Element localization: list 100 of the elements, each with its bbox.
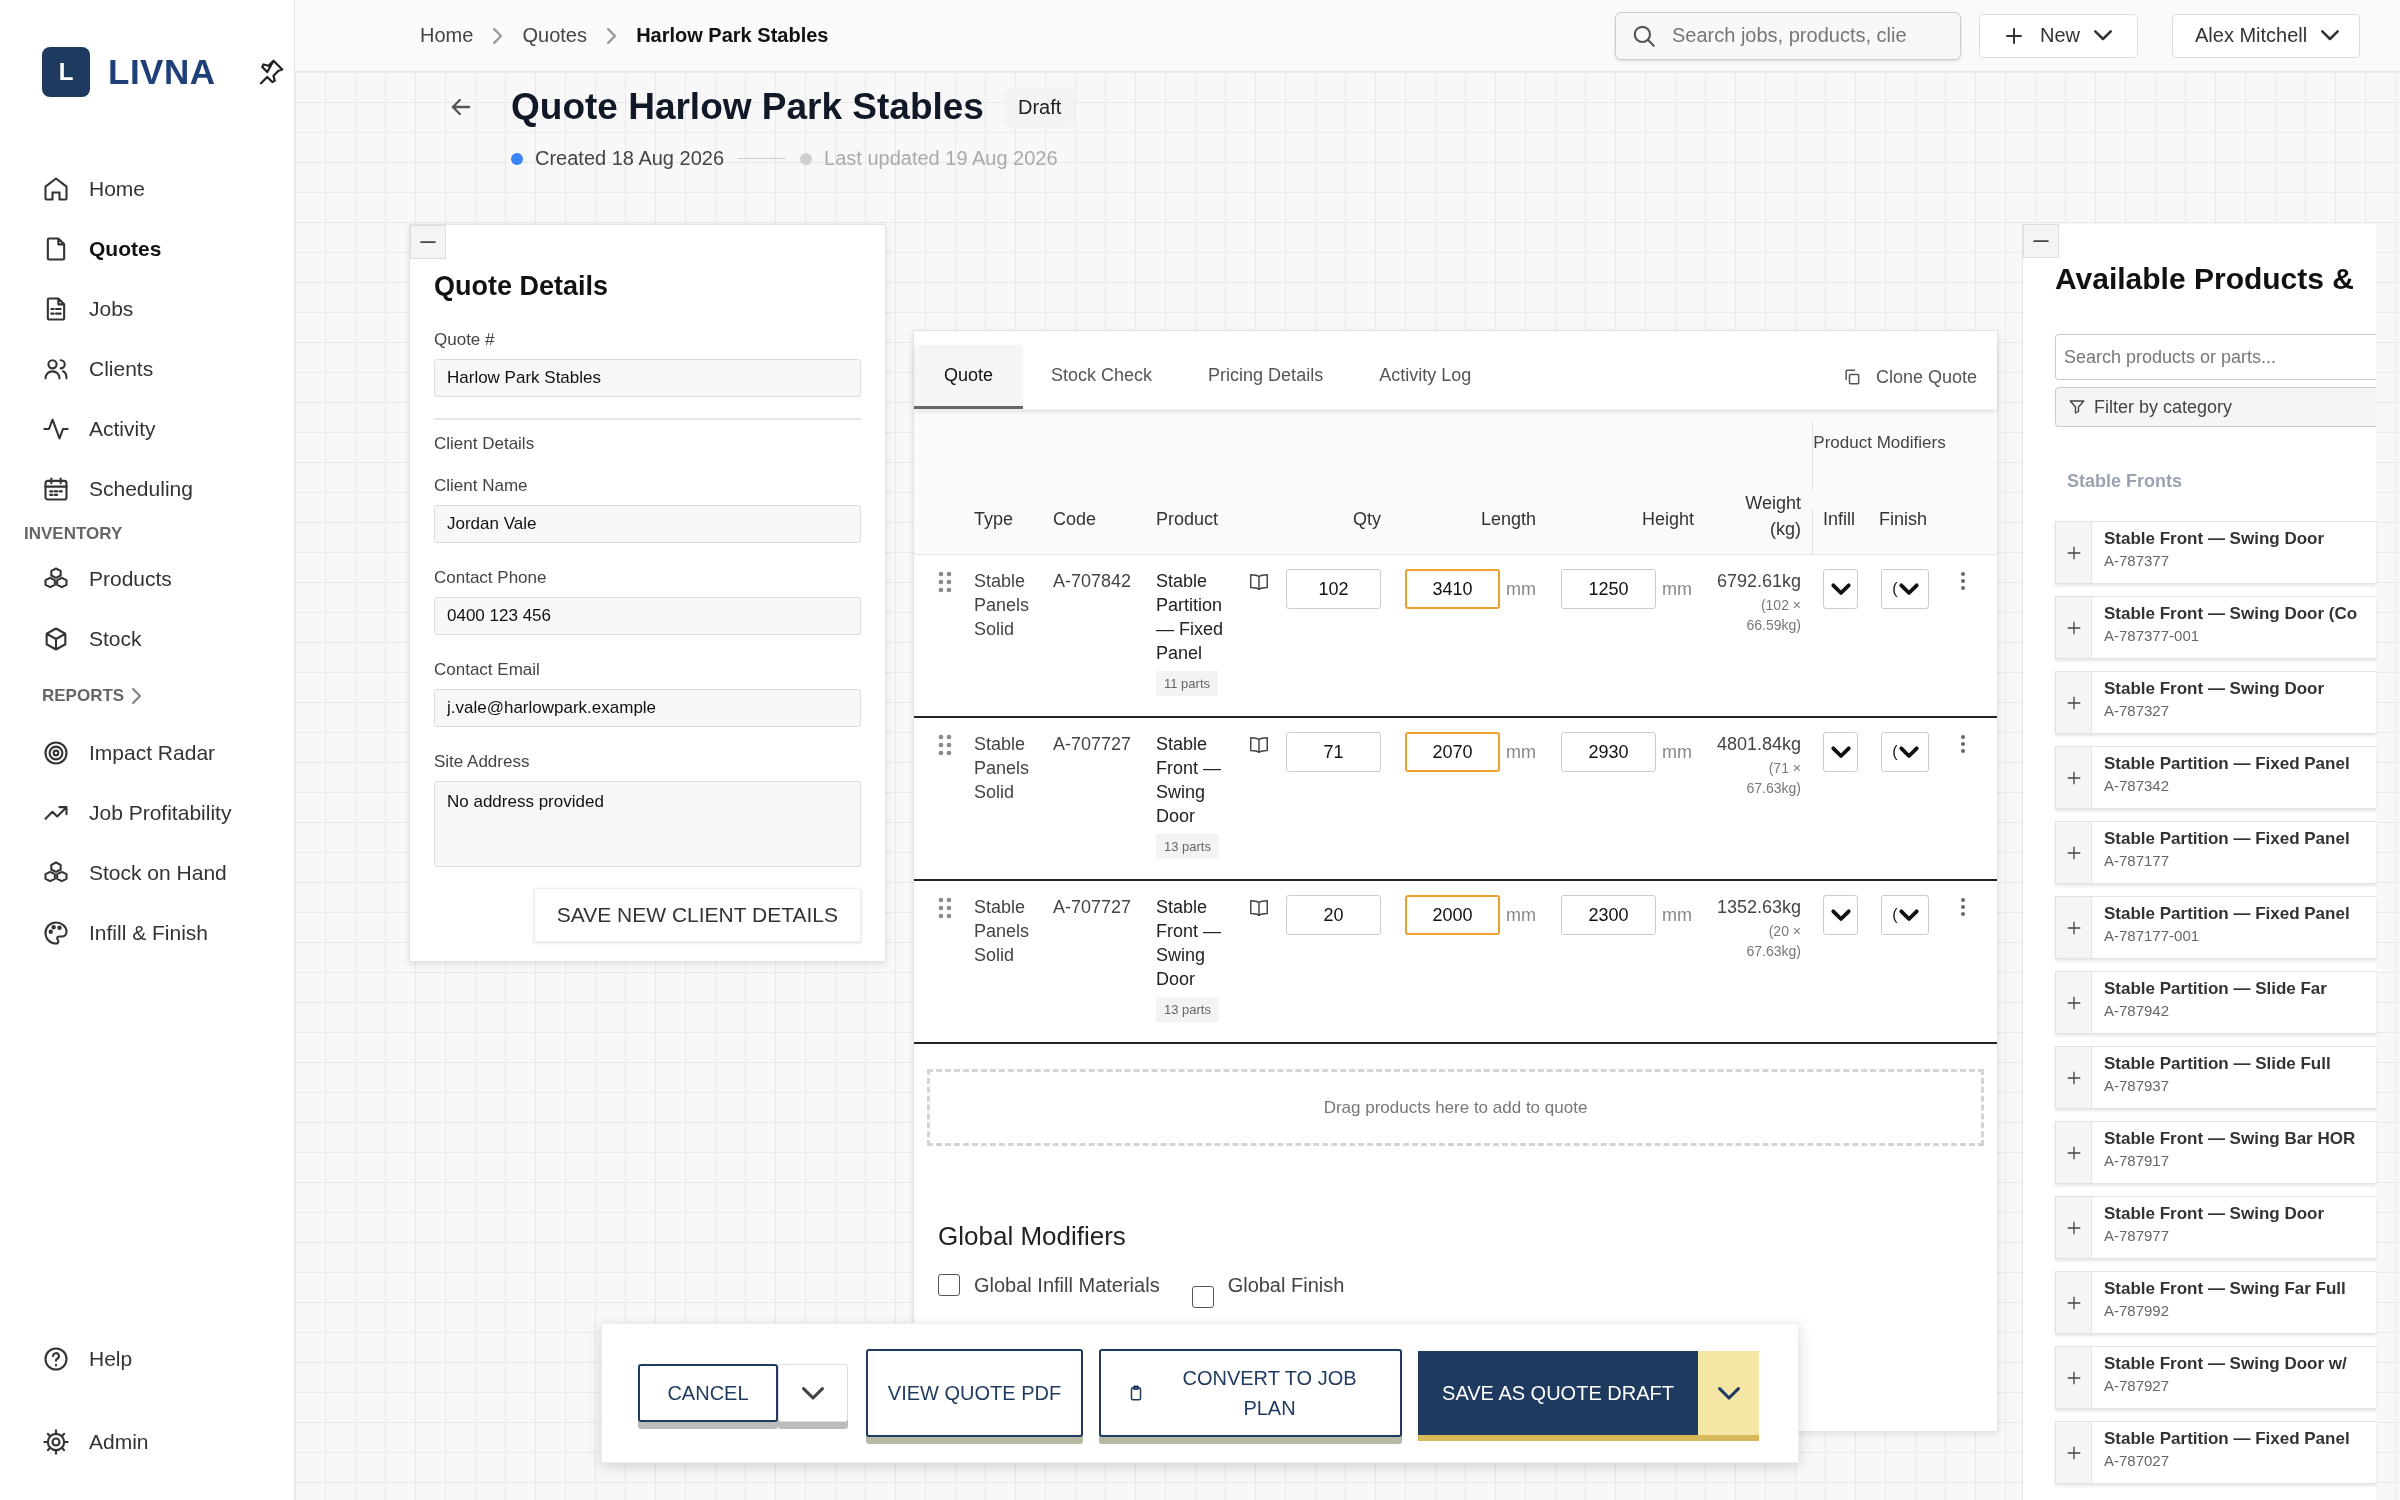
qty-field[interactable]: 20	[1286, 895, 1381, 935]
product-code: A-787942	[2104, 1002, 2171, 1019]
input-field[interactable]: j.vale@harlowpark.example	[434, 689, 861, 727]
collapse-button[interactable]	[410, 225, 446, 259]
breadcrumb[interactable]: Home	[420, 24, 474, 47]
nav-label: Admin	[89, 1430, 149, 1454]
finish-select[interactable]: (	[1881, 895, 1929, 935]
product-item[interactable]: Stable Front — Swing Door A-787377	[2055, 521, 2376, 584]
product-item[interactable]: Stable Partition — Slide Far A-787942	[2055, 971, 2376, 1034]
infill-select[interactable]	[1823, 732, 1858, 772]
product-item[interactable]: Stable Partition — Fixed Panel A-787177	[2055, 821, 2376, 884]
nav-label: Stock	[89, 627, 142, 651]
qty-field[interactable]: 71	[1286, 732, 1381, 772]
column-header: Infill	[1812, 509, 1871, 554]
product-item[interactable]: Stable Partition — Slide Full A-787937	[2055, 1046, 2376, 1109]
chevron-icon	[607, 27, 617, 44]
nav-item[interactable]: Jobs	[0, 279, 294, 339]
product-name: Stable Front — Swing Door	[2104, 679, 2325, 699]
nav-label: Stock on Hand	[89, 861, 227, 885]
product-name: Stable Front — Swing Door	[1156, 896, 1222, 991]
collapse-button[interactable]	[2023, 224, 2059, 258]
nav-item[interactable]: Products	[0, 549, 294, 609]
height-field[interactable]: 2930	[1561, 732, 1656, 772]
more-options-icon[interactable]	[1960, 734, 1966, 754]
drag-handle-icon[interactable]	[938, 571, 952, 593]
nav-item[interactable]: Job Profitability	[0, 783, 294, 843]
nav-item[interactable]: Help	[0, 1329, 294, 1389]
product-code: A-787937	[2104, 1077, 2171, 1094]
product-name: Stable Partition — Fixed Panel	[2104, 1429, 2350, 1449]
product-item[interactable]: Stable Partition — Fixed Panel A-787342	[2055, 746, 2376, 809]
more-options-icon[interactable]	[1960, 897, 1966, 917]
qty-field[interactable]: 102	[1286, 569, 1381, 609]
finish-select[interactable]: (	[1881, 569, 1929, 609]
tab[interactable]: Activity Log	[1351, 345, 1500, 409]
user-menu[interactable]: Alex Mitchell	[2172, 13, 2360, 58]
drop-zone[interactable]: Drag products here to add to quote	[927, 1069, 1984, 1146]
gear-icon	[42, 1428, 70, 1456]
input-field[interactable]: Harlow Park Stables	[434, 359, 861, 397]
column-header: Type	[974, 509, 1015, 531]
product-item[interactable]: Stable Front — Swing Door A-787327	[2055, 671, 2376, 734]
product-item[interactable]: Stable Front — Swing Bar HOR A-787917	[2055, 1121, 2376, 1184]
product-item[interactable]: Stable Front — Swing Far Full A-787992	[2055, 1271, 2376, 1334]
product-item[interactable]: Stable Front — Swing Door A-787977	[2055, 1196, 2376, 1259]
product-code: A-787377	[2104, 552, 2171, 569]
new-button[interactable]: New	[1979, 13, 2138, 58]
checkbox-label: Global Infill Materials	[974, 1273, 1160, 1298]
field-label: Client Name	[434, 476, 529, 496]
product-name: Stable Front — Swing Door w/	[2104, 1354, 2347, 1374]
save-client-button[interactable]: SAVE NEW CLIENT DETAILS	[533, 888, 861, 942]
nav-item[interactable]: Quotes	[0, 219, 294, 279]
breadcrumb[interactable]: Quotes	[522, 24, 587, 47]
length-field[interactable]: 2070	[1405, 732, 1500, 772]
nav-item[interactable]: Activity	[0, 399, 294, 459]
length-field[interactable]: 3410	[1405, 569, 1500, 609]
nav-item[interactable]: Stock	[0, 609, 294, 669]
infill-select[interactable]	[1823, 569, 1858, 609]
checkbox[interactable]	[1191, 1286, 1214, 1308]
infill-select[interactable]	[1823, 895, 1858, 935]
product-item[interactable]: Stable Front — Swing Door (Co A-787377-001	[2055, 596, 2376, 659]
search-field[interactable]: Search jobs, products, clie	[1615, 11, 1961, 60]
nav-label: Quotes	[89, 237, 162, 261]
product-item[interactable]: Stable Front — Swing Door w/ A-787927	[2055, 1346, 2376, 1409]
text-area[interactable]: No address provided	[434, 781, 861, 867]
tab[interactable]: Stock Check	[1023, 345, 1181, 409]
search-field[interactable]: Search products or parts...	[2055, 334, 2376, 380]
nav-item[interactable]: Impact Radar	[0, 723, 294, 783]
nav-item[interactable]: Home	[0, 159, 294, 219]
chevron-down-icon	[2321, 30, 2340, 41]
product-item[interactable]: Stable Partition — Fixed Panel A-787027	[2055, 1421, 2376, 1484]
nav-item[interactable]: Infill & Finish	[0, 903, 294, 963]
timeline-label: Created 18 Aug 2026	[535, 147, 725, 170]
nav-item[interactable]: Clients	[0, 339, 294, 399]
breadcrumb: Harlow Park Stables	[636, 24, 829, 47]
input-field[interactable]: Jordan Vale	[434, 505, 861, 543]
height-field[interactable]: 2300	[1561, 895, 1656, 935]
drag-handle-icon[interactable]	[938, 734, 952, 756]
unit-label: mm	[1506, 904, 1536, 927]
nav-label: Clients	[89, 357, 154, 381]
tab[interactable]: Pricing Details	[1180, 345, 1352, 409]
section-heading[interactable]: REPORTS	[0, 669, 294, 723]
nav-item[interactable]: Stock on Hand	[0, 843, 294, 903]
clone-quote-button[interactable]: Clone Quote	[1841, 345, 1977, 409]
unit-label: mm	[1662, 741, 1692, 764]
product-item[interactable]: Stable Partition — Fixed Panel A-787177-001	[2055, 896, 2376, 959]
finish-select[interactable]: (	[1881, 732, 1929, 772]
tab[interactable]: Quote	[914, 345, 1024, 409]
length-field[interactable]: 2000	[1405, 895, 1500, 935]
height-field[interactable]: 1250	[1561, 569, 1656, 609]
more-options-icon[interactable]	[1960, 571, 1966, 591]
drag-handle-icon[interactable]	[938, 897, 952, 919]
minus-icon	[2033, 239, 2049, 243]
checkbox[interactable]	[938, 1274, 960, 1296]
column-header: Code	[1053, 509, 1098, 531]
parts-count: 13 parts	[1156, 997, 1219, 1022]
filter-button[interactable]: Filter by category	[2055, 387, 2376, 427]
unit-label: mm	[1506, 741, 1536, 764]
nav-item[interactable]: Scheduling	[0, 459, 294, 519]
nav-item[interactable]: Admin	[0, 1412, 294, 1472]
nav-label: Infill & Finish	[89, 921, 209, 945]
input-field[interactable]: 0400 123 456	[434, 597, 861, 635]
